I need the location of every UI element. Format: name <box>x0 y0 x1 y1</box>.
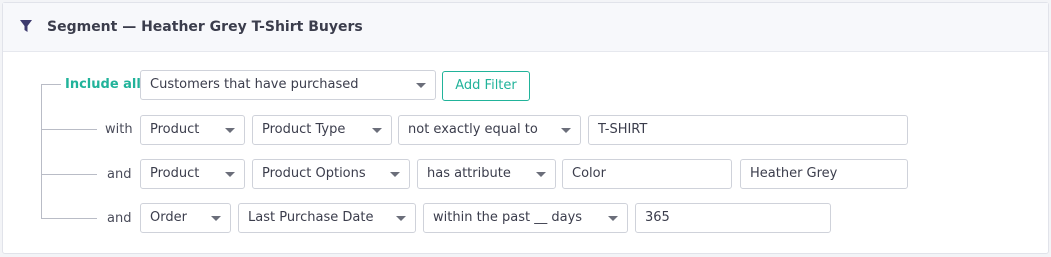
chevron-down-icon <box>390 172 400 177</box>
value-input[interactable]: T-SHIRT <box>588 115 908 145</box>
tree-line-root <box>41 84 61 85</box>
entity-value: Product <box>150 166 200 181</box>
include-all-label: Include all <box>65 77 141 92</box>
tree-line-branch-2 <box>41 174 97 175</box>
operator-select[interactable]: within the past __ days <box>423 203 628 233</box>
segment-panel: Segment — Heather Grey T-Shirt Buyers In… <box>2 2 1049 254</box>
chevron-down-icon <box>416 83 426 88</box>
field-value: Last Purchase Date <box>248 210 374 225</box>
chevron-down-icon <box>536 172 546 177</box>
panel-header: Segment — Heather Grey T-Shirt Buyers <box>3 3 1048 52</box>
entity-value: Product <box>150 122 200 137</box>
entity-select[interactable]: Order <box>140 203 231 233</box>
segment-title: Segment — Heather Grey T-Shirt Buyers <box>47 19 363 35</box>
customer-scope-select[interactable]: Customers that have purchased <box>140 70 436 100</box>
chevron-down-icon <box>396 216 406 221</box>
operator-value: has attribute <box>427 166 511 181</box>
chevron-down-icon <box>608 216 618 221</box>
field-value: Product Type <box>262 122 346 137</box>
entity-value: Order <box>150 210 187 225</box>
chevron-down-icon <box>372 128 382 133</box>
field-select[interactable]: Product Options <box>252 159 410 189</box>
value-input[interactable]: Heather Grey <box>740 159 908 189</box>
connector-label: and <box>107 167 132 182</box>
field-select[interactable]: Last Purchase Date <box>238 203 416 233</box>
tree-line-branch-3 <box>41 218 97 219</box>
connector-label: with <box>105 122 133 137</box>
entity-select[interactable]: Product <box>140 159 245 189</box>
operator-select[interactable]: not exactly equal to <box>398 115 581 145</box>
chevron-down-icon <box>225 172 235 177</box>
connector-label: and <box>107 211 132 226</box>
tree-line-vertical <box>41 84 42 219</box>
field-value: Product Options <box>262 166 366 181</box>
value-input[interactable]: 365 <box>635 203 831 233</box>
entity-select[interactable]: Product <box>140 115 245 145</box>
filter-icon <box>20 20 32 32</box>
tree-line-branch-1 <box>41 129 97 130</box>
chevron-down-icon <box>561 128 571 133</box>
customer-scope-value: Customers that have purchased <box>150 77 359 92</box>
operator-value: within the past __ days <box>433 210 583 225</box>
chevron-down-icon <box>225 128 235 133</box>
operator-select[interactable]: has attribute <box>417 159 556 189</box>
operator-value: not exactly equal to <box>408 122 538 137</box>
chevron-down-icon <box>211 216 221 221</box>
attribute-input[interactable]: Color <box>562 159 732 189</box>
field-select[interactable]: Product Type <box>252 115 392 145</box>
add-filter-button[interactable]: Add Filter <box>442 71 530 101</box>
